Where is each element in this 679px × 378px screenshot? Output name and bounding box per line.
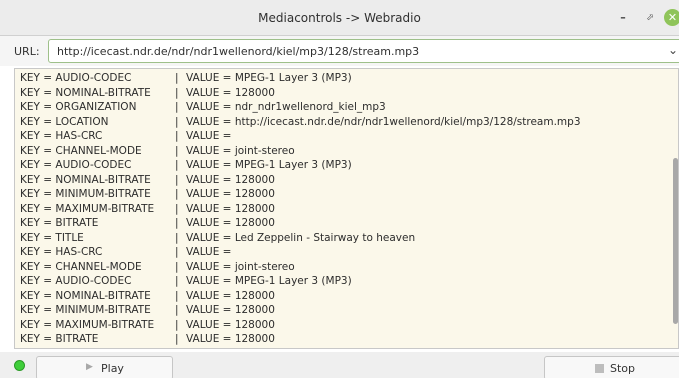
- metadata-value: VALUE = http://icecast.ndr.de/ndr/ndr1we…: [186, 115, 581, 128]
- close-icon: ✕: [667, 11, 678, 24]
- metadata-key: KEY = TITLE: [20, 231, 84, 244]
- metadata-separator: |: [175, 260, 179, 273]
- metadata-separator: |: [175, 333, 179, 345]
- metadata-textarea[interactable]: KEY = AUDIO-CODEC | VALUE = MPEG-1 Layer 3…: [14, 68, 679, 349]
- metadata-key: KEY = CHANNEL-MODE: [20, 260, 142, 273]
- metadata-key: KEY = BITRATE: [20, 217, 99, 229]
- metadata-separator: |: [175, 217, 179, 229]
- metadata-separator: |: [175, 275, 179, 287]
- stop-button[interactable]: Stop: [544, 356, 679, 378]
- scrollbar[interactable]: [673, 158, 678, 324]
- metadata-separator: |: [175, 86, 179, 99]
- metadata-key: KEY = AUDIO-CODEC: [20, 275, 132, 287]
- metadata-key: KEY = HAS-CRC: [20, 246, 103, 258]
- metadata-separator: |: [175, 130, 179, 142]
- metadata-key: KEY = MINIMUM-BITRATE: [20, 304, 151, 316]
- metadata-key: KEY = BITRATE: [20, 333, 99, 345]
- metadata-key: KEY = AUDIO-CODEC: [20, 159, 132, 171]
- metadata-value: VALUE = 128000: [186, 188, 275, 200]
- metadata-key: KEY = NOMINAL-BITRATE: [20, 173, 151, 186]
- metadata-value: VALUE = MPEG-1 Layer 3 (MP3): [186, 159, 352, 171]
- metadata-value: VALUE = 128000: [186, 289, 275, 302]
- play-icon: ▶: [86, 362, 93, 372]
- controls-bar: ▶ Play Stop: [0, 352, 679, 378]
- url-row: URL: http://icecast.ndr.de/ndr/ndr1welle…: [0, 36, 679, 66]
- metadata-value: VALUE = Led Zeppelin - Stairway to heave…: [186, 231, 416, 244]
- metadata-key: KEY = NOMINAL-BITRATE: [20, 86, 151, 99]
- metadata-separator: |: [175, 72, 179, 84]
- metadata-key: KEY = MAXIMUM-BITRATE: [20, 318, 155, 331]
- metadata-separator: |: [175, 304, 179, 316]
- status-indicator: [14, 360, 25, 371]
- play-button-label: Play: [101, 362, 124, 375]
- metadata-separator: |: [175, 173, 179, 186]
- metadata-separator: |: [175, 289, 179, 302]
- metadata-value: VALUE = 128000: [186, 333, 275, 345]
- url-combobox[interactable]: http://icecast.ndr.de/ndr/ndr1wellenord/…: [48, 39, 679, 63]
- metadata-value: VALUE = 128000: [186, 202, 275, 215]
- metadata-key: KEY = AUDIO-CODEC: [20, 72, 132, 84]
- metadata-separator: |: [175, 246, 179, 258]
- close-button[interactable]: ✕: [664, 9, 679, 26]
- metadata-value: VALUE = joint-stereo: [186, 260, 295, 273]
- metadata-value: VALUE = ndr_ndr1wellenord_kiel_mp3: [186, 101, 386, 113]
- url-label: URL:: [14, 45, 40, 58]
- metadata-key: KEY = MINIMUM-BITRATE: [20, 188, 151, 200]
- metadata-value: VALUE = 128000: [186, 86, 275, 99]
- metadata-value: VALUE =: [186, 246, 232, 258]
- chevron-down-icon[interactable]: ⌄: [668, 43, 679, 57]
- title-bar: Mediacontrols -> Webradio – ⬀ ✕: [0, 0, 679, 36]
- metadata-value: VALUE = 128000: [186, 304, 275, 316]
- metadata-separator: |: [175, 115, 179, 128]
- metadata-value: VALUE =: [186, 130, 232, 142]
- stop-button-label: Stop: [610, 362, 636, 375]
- metadata-key: KEY = MAXIMUM-BITRATE: [20, 202, 155, 215]
- metadata-value: VALUE = 128000: [186, 217, 275, 229]
- stop-icon: [595, 364, 604, 373]
- metadata-value: VALUE = joint-stereo: [186, 144, 295, 157]
- metadata-separator: |: [175, 202, 179, 215]
- metadata-key: KEY = ORGANIZATION: [20, 101, 137, 113]
- metadata-key: KEY = HAS-CRC: [20, 130, 103, 142]
- metadata-separator: |: [175, 318, 179, 331]
- window-title: Mediacontrols -> Webradio: [258, 11, 421, 25]
- metadata-value: VALUE = MPEG-1 Layer 3 (MP3): [186, 72, 352, 84]
- play-button[interactable]: ▶ Play: [36, 356, 173, 378]
- minimize-button[interactable]: –: [615, 10, 631, 26]
- metadata-separator: |: [175, 188, 179, 200]
- metadata-separator: |: [175, 101, 179, 113]
- metadata-value: VALUE = 128000: [186, 318, 275, 331]
- metadata-value: VALUE = 128000: [186, 173, 275, 186]
- metadata-separator: |: [175, 231, 179, 244]
- metadata-key: KEY = LOCATION: [20, 115, 109, 128]
- metadata-separator: |: [175, 144, 179, 157]
- metadata-key: KEY = CHANNEL-MODE: [20, 144, 142, 157]
- metadata-separator: |: [175, 159, 179, 171]
- url-input[interactable]: http://icecast.ndr.de/ndr/ndr1wellenord/…: [57, 45, 419, 58]
- metadata-value: VALUE = MPEG-1 Layer 3 (MP3): [186, 275, 352, 287]
- maximize-button[interactable]: ⬀: [642, 10, 658, 26]
- metadata-key: KEY = NOMINAL-BITRATE: [20, 289, 151, 302]
